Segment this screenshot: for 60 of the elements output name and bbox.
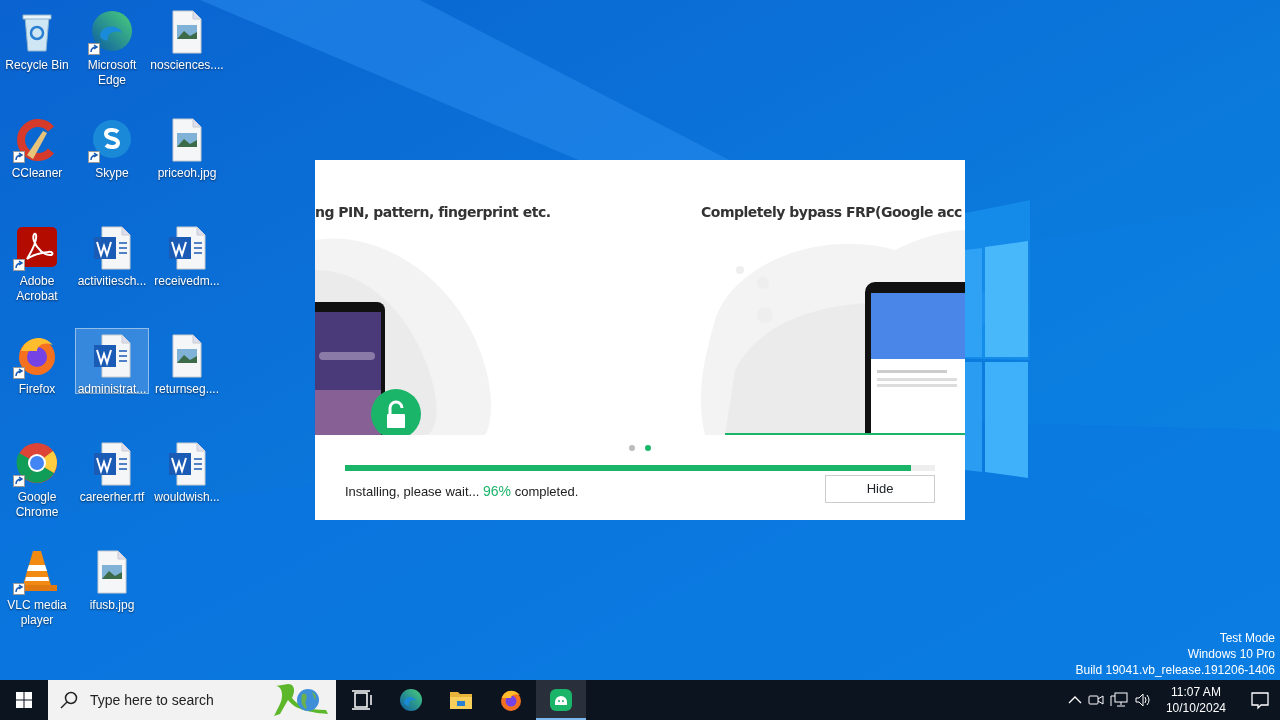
desktop-icon[interactable]: returnseg.... — [150, 328, 224, 428]
clock-date: 10/10/2024 — [1165, 700, 1226, 716]
desktop-icon[interactable]: administrat... — [75, 328, 149, 394]
windows-logo-icon — [16, 692, 32, 708]
desktop-icon[interactable]: ifusb.jpg — [75, 544, 149, 644]
chevron-up-icon[interactable] — [1067, 695, 1082, 705]
desktop-icon[interactable]: CCleaner — [0, 112, 74, 212]
clock-time: 11:07 AM — [1170, 684, 1222, 700]
icon-label: receivedm... — [154, 274, 220, 289]
icon-label: Recycle Bin — [5, 58, 69, 73]
desktop-icon[interactable]: Skype — [75, 112, 149, 212]
icon-label: Skype — [95, 166, 129, 181]
system-info-text: Test Mode — [1218, 630, 1275, 646]
system-info-text: Windows 10 Pro — [1186, 646, 1275, 662]
icon-label: priceoh.jpg — [157, 166, 217, 181]
search-icon — [60, 691, 78, 709]
search-box[interactable]: Type here to search — [48, 680, 336, 720]
icon-label: ifusb.jpg — [89, 598, 135, 613]
icon-label: CCleaner — [11, 166, 63, 181]
system-info-text: Build 19041.vb_release.191206-1406 — [1075, 662, 1275, 678]
network-icon[interactable] — [1109, 692, 1128, 708]
clock[interactable]: 11:07 AM 10/10/2024 — [1157, 684, 1234, 716]
desktop-icon[interactable]: receivedm... — [150, 220, 224, 320]
icon-label: Microsoft Edge — [86, 58, 138, 88]
desktop-icon[interactable]: wouldwish... — [150, 436, 224, 536]
edge-icon — [399, 688, 423, 712]
status-text: Installing, please wait... 96% completed. — [345, 482, 579, 501]
firefox-icon — [499, 688, 523, 712]
hide-button[interactable]: Hide — [825, 475, 935, 503]
icon-label: nosciences.... — [150, 58, 224, 73]
icon-label: Adobe Acrobat — [15, 274, 59, 304]
icon-label: VLC media player — [6, 598, 68, 628]
taskbar-app-button[interactable] — [536, 680, 586, 720]
desktop-icon[interactable]: VLC media player — [0, 544, 74, 644]
volume-icon[interactable] — [1133, 692, 1152, 708]
desktop-icon[interactable]: careerher.rtf — [75, 436, 149, 536]
notification-icon — [1250, 690, 1270, 710]
slide-headline: Completely bypass FRP(Google acc — [701, 203, 962, 222]
icon-label: wouldwish... — [154, 490, 220, 505]
icon-label: returnseg.... — [155, 382, 219, 397]
desktop-icon[interactable]: Adobe Acrobat — [0, 220, 74, 320]
carousel-dot[interactable] — [645, 445, 651, 451]
desktop-icon[interactable]: nosciences.... — [150, 4, 224, 104]
desktop-icon[interactable]: Google Chrome — [0, 436, 74, 536]
icon-label: activitiesch... — [77, 274, 147, 289]
icon-label: careerher.rtf — [79, 490, 145, 505]
desktop-icon[interactable]: priceoh.jpg — [150, 112, 224, 212]
desktop-icon[interactable]: Microsoft Edge — [75, 4, 149, 104]
search-field[interactable]: Type here to search — [88, 688, 258, 712]
desktop-icon[interactable]: activitiesch... — [75, 220, 149, 320]
icon-label: administrat... — [77, 382, 147, 397]
carousel-dot[interactable] — [629, 445, 635, 451]
camera-icon[interactable] — [1087, 692, 1104, 708]
task-view-icon — [349, 688, 373, 712]
icon-label: Firefox — [18, 382, 56, 397]
desktop-icon[interactable]: Firefox — [0, 328, 74, 428]
android-app-icon — [549, 688, 573, 712]
icon-label: Google Chrome — [14, 490, 60, 520]
desktop-icon[interactable]: Recycle Bin — [0, 4, 74, 104]
slide-headline: ng PIN, pattern, fingerprint etc. — [315, 203, 551, 222]
